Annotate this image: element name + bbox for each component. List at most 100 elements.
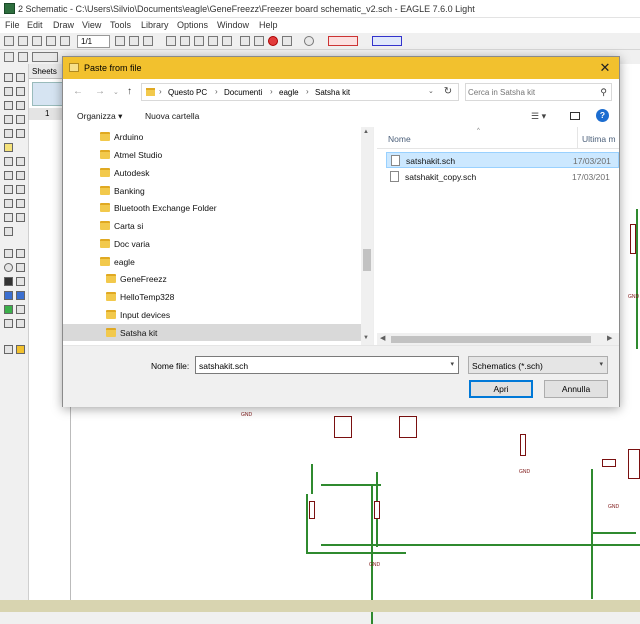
junction-icon[interactable] <box>4 305 13 314</box>
menu-tools[interactable]: Tools <box>110 20 131 30</box>
use-library-icon[interactable] <box>143 36 153 46</box>
board-icon[interactable] <box>60 36 70 46</box>
tree-scrollbar[interactable]: ▲ ▼ <box>361 127 373 345</box>
tree-item[interactable]: GeneFreezz <box>63 270 361 287</box>
refresh-icon[interactable]: ↻ <box>439 83 457 101</box>
undo-icon[interactable] <box>240 36 250 46</box>
menu-draw[interactable]: Draw <box>53 20 74 30</box>
recent-chevron-icon[interactable]: ⌄ <box>113 88 119 96</box>
file-row[interactable]: satshakit_copy.sch 17/03/201 <box>386 169 619 185</box>
print-icon[interactable] <box>32 36 42 46</box>
script-icon[interactable] <box>115 36 125 46</box>
mirror-icon[interactable] <box>4 115 13 124</box>
address-segment-satsha-kit[interactable]: Satsha kit <box>315 88 350 97</box>
info-icon[interactable] <box>4 73 13 82</box>
gateswap-icon[interactable] <box>4 185 13 194</box>
scroll-up-icon[interactable]: ▲ <box>363 129 369 135</box>
smash-icon[interactable] <box>16 199 25 208</box>
zoom-select-icon[interactable] <box>222 36 232 46</box>
file-type-select[interactable]: Schematics (*.sch) ▾ <box>468 356 608 374</box>
arc-icon[interactable] <box>16 263 25 272</box>
redo-icon[interactable] <box>254 36 264 46</box>
run-ulp-icon[interactable] <box>129 36 139 46</box>
dimension-icon[interactable] <box>16 319 25 328</box>
polygon-icon[interactable] <box>16 277 25 286</box>
add-icon[interactable] <box>16 157 25 166</box>
value-icon[interactable] <box>4 199 13 208</box>
paste-icon[interactable] <box>4 143 13 152</box>
preview-pane-icon[interactable] <box>570 112 580 120</box>
move-icon[interactable] <box>4 101 13 110</box>
rect-icon[interactable] <box>4 277 13 286</box>
chevron-down-icon[interactable]: ▾ <box>450 360 454 368</box>
tree-item[interactable]: Carta si <box>63 217 361 234</box>
tree-item[interactable]: Autodesk <box>63 164 361 181</box>
file-list-hscrollbar[interactable]: ◀ ▶ <box>377 333 619 345</box>
scroll-left-icon[interactable]: ◀ <box>380 334 385 342</box>
delete-icon[interactable] <box>4 157 13 166</box>
new-folder-button[interactable]: Nuova cartella <box>145 111 199 121</box>
menu-help[interactable]: Help <box>259 20 278 30</box>
menu-edit[interactable]: Edit <box>27 20 43 30</box>
text-icon[interactable] <box>16 249 25 258</box>
file-row-selected[interactable]: satshakit.sch 17/03/201 <box>386 152 619 168</box>
zoom-fit-icon[interactable] <box>166 36 176 46</box>
tree-item[interactable]: Atmel Studio <box>63 146 361 163</box>
split-icon[interactable] <box>16 213 25 222</box>
pinswap-icon[interactable] <box>4 171 13 180</box>
color-bar-icon[interactable] <box>32 52 58 62</box>
tree-item-selected[interactable]: Satsha kit <box>63 324 361 341</box>
copy-icon[interactable] <box>16 101 25 110</box>
open-file-icon[interactable] <box>4 36 14 46</box>
show-icon[interactable] <box>16 73 25 82</box>
scroll-down-icon[interactable]: ▼ <box>363 335 369 341</box>
chevron-down-icon[interactable]: ⌄ <box>428 87 434 95</box>
group-icon[interactable] <box>4 129 13 138</box>
save-icon[interactable] <box>18 36 28 46</box>
organize-button[interactable]: Organizza ▾ <box>77 111 122 122</box>
errors-icon[interactable] <box>16 345 25 354</box>
change-icon[interactable] <box>16 129 25 138</box>
filename-field[interactable]: ▾ <box>195 356 459 374</box>
stop-icon[interactable] <box>268 36 278 46</box>
go-icon[interactable] <box>282 36 292 46</box>
scrollbar-thumb[interactable] <box>391 336 591 343</box>
scrollbar-thumb[interactable] <box>363 249 371 271</box>
zoom-out-icon[interactable] <box>194 36 204 46</box>
menu-library[interactable]: Library <box>141 20 169 30</box>
mark-icon[interactable] <box>16 87 25 96</box>
bus-icon[interactable] <box>4 291 13 300</box>
replace-icon[interactable] <box>16 171 25 180</box>
rotate-icon[interactable] <box>16 115 25 124</box>
address-segment-eagle[interactable]: eagle <box>279 88 299 97</box>
tree-item[interactable]: Doc varia <box>63 235 361 252</box>
address-segment-this-pc[interactable]: Questo PC <box>168 88 207 97</box>
erc-icon[interactable] <box>4 345 13 354</box>
search-input[interactable] <box>468 85 593 99</box>
column-date[interactable]: Ultima m <box>582 134 616 144</box>
miter-icon[interactable] <box>4 213 13 222</box>
column-name[interactable]: Nome <box>388 134 411 144</box>
up-arrow-icon[interactable]: ↑ <box>127 86 132 97</box>
name-icon[interactable] <box>16 185 25 194</box>
tree-item[interactable]: Banking <box>63 182 361 199</box>
back-arrow-icon[interactable]: ← <box>73 86 83 97</box>
design-link-icon[interactable] <box>328 36 358 46</box>
wire-icon[interactable] <box>4 249 13 258</box>
tree-item[interactable]: Input devices <box>63 306 361 323</box>
menu-view[interactable]: View <box>82 20 101 30</box>
tree-item[interactable]: eagle <box>63 253 361 270</box>
forward-arrow-icon[interactable]: → <box>95 86 105 97</box>
close-icon[interactable]: ✕ <box>597 60 613 76</box>
tree-item[interactable]: Bluetooth Exchange Folder <box>63 199 361 216</box>
open-button[interactable]: Apri <box>469 380 533 398</box>
redraw-icon[interactable] <box>208 36 218 46</box>
help-icon[interactable] <box>304 36 314 46</box>
grid-select[interactable]: 1/1 <box>77 35 110 48</box>
net-icon[interactable] <box>16 291 25 300</box>
invoke-icon[interactable] <box>4 227 13 236</box>
cancel-button[interactable]: Annulla <box>544 380 608 398</box>
address-bar[interactable]: › Questo PC › Documenti › eagle › Satsha… <box>141 83 459 101</box>
farnell-link-icon[interactable] <box>372 36 402 46</box>
help-icon[interactable]: ? <box>596 109 609 122</box>
